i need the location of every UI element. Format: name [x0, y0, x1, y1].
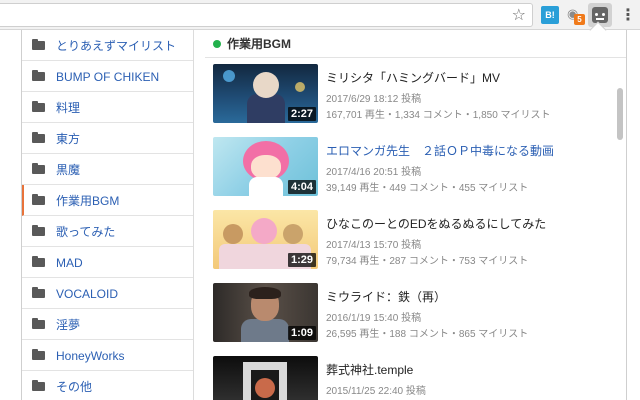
list-header: 作業用BGM: [205, 30, 626, 58]
sidebar-item-label: とりあえずマイリスト: [56, 39, 177, 53]
folder-icon: [32, 287, 45, 298]
sidebar-item-vocaloid[interactable]: VOCALOID: [22, 278, 193, 309]
video-item[interactable]: 1:09 ミウライド：鉄（再） 2016/1/19 15:40 投稿 26,59…: [213, 283, 593, 343]
bookmark-star-icon[interactable]: ☆: [512, 5, 526, 25]
video-thumbnail[interactable]: 2:27: [213, 64, 318, 123]
video-title[interactable]: ミウライド：鉄（再）: [326, 288, 446, 305]
sidebar-item-utattemita[interactable]: 歌ってみた: [22, 216, 193, 247]
sidebar-item-mad[interactable]: MAD: [22, 247, 193, 278]
online-status-icon: [213, 40, 221, 48]
list-title: 作業用BGM: [227, 37, 291, 51]
video-stats: 26,595 再生・188 コメント・865 マイリスト: [326, 329, 529, 340]
video-posted-date: 2017/4/13 15:70 投稿: [326, 240, 422, 251]
sidebar-item-inmu[interactable]: 淫夢: [22, 309, 193, 340]
browser-menu-icon[interactable]: ⋮: [620, 5, 636, 25]
mylist-sidebar: とりあえずマイリスト BUMP OF CHIKEN 料理 東方 黒魔 作業用BG…: [22, 30, 194, 400]
folder-icon: [32, 39, 45, 50]
sidebar-item-label: 作業用BGM: [56, 194, 120, 208]
video-title[interactable]: エロマンガ先生 ２話ＯＰ中毒になる動画: [326, 142, 554, 159]
video-thumbnail[interactable]: 4:04: [213, 137, 318, 196]
video-item[interactable]: 葬式神社.temple 2015/11/25 22:40 投稿: [213, 356, 593, 400]
folder-icon: [32, 225, 45, 236]
sidebar-item-label: BUMP OF CHIKEN: [56, 70, 160, 84]
folder-icon: [32, 70, 45, 81]
eye-extension-icon[interactable]: ◉ 5: [566, 6, 585, 25]
browser-toolbar: ☆ B! ◉ 5 ⋮: [0, 0, 640, 30]
folder-icon: [32, 163, 45, 174]
video-posted-date: 2016/1/19 15:40 投稿: [326, 313, 422, 324]
video-title[interactable]: ひなこのーとのEDをぬるぬるにしてみた: [326, 215, 546, 232]
video-posted-date: 2017/4/16 20:51 投稿: [326, 167, 422, 178]
video-duration: 2:27: [287, 107, 316, 121]
sidebar-item-honeyworks[interactable]: HoneyWorks: [22, 340, 193, 371]
video-item[interactable]: 1:29 ひなこのーとのEDをぬるぬるにしてみた 2017/4/13 15:70…: [213, 210, 593, 270]
video-stats: 39,149 再生・449 コメント・455 マイリスト: [326, 183, 529, 194]
sidebar-item-kuroma[interactable]: 黒魔: [22, 154, 193, 185]
video-thumbnail[interactable]: 1:29: [213, 210, 318, 269]
sidebar-item-sagyou-bgm[interactable]: 作業用BGM: [22, 185, 193, 216]
extension-badge: 5: [574, 14, 585, 25]
folder-icon: [32, 318, 45, 329]
sidebar-item-touhou[interactable]: 東方: [22, 123, 193, 154]
folder-icon: [32, 101, 45, 112]
sidebar-item-label: 淫夢: [56, 318, 81, 332]
video-duration: 4:04: [287, 180, 316, 194]
sidebar-item-label: MAD: [56, 256, 83, 270]
address-bar[interactable]: ☆: [0, 3, 533, 27]
sidebar-item-label: 東方: [56, 132, 81, 146]
video-posted-date: 2017/6/29 18:12 投稿: [326, 94, 422, 105]
folder-icon: [32, 349, 45, 360]
video-stats: 79,734 再生・287 コメント・753 マイリスト: [326, 256, 529, 267]
sidebar-item-label: 歌ってみた: [56, 225, 116, 239]
video-posted-date: 2015/11/25 22:40 投稿: [326, 386, 426, 397]
sidebar-item-toriaezu[interactable]: とりあえずマイリスト: [22, 30, 193, 61]
sidebar-item-label: VOCALOID: [56, 287, 119, 301]
video-thumbnail[interactable]: [213, 356, 318, 400]
sidebar-item-label: HoneyWorks: [56, 349, 125, 363]
sidebar-item-cooking[interactable]: 料理: [22, 92, 193, 123]
sidebar-item-label: 料理: [56, 101, 81, 115]
folder-icon: [32, 380, 45, 391]
sidebar-item-other[interactable]: その他: [22, 371, 193, 400]
hatena-bookmark-extension-icon[interactable]: B!: [541, 6, 559, 24]
video-title[interactable]: 葬式神社.temple: [326, 361, 413, 378]
video-item[interactable]: 4:04 エロマンガ先生 ２話ＯＰ中毒になる動画 2017/4/16 20:51…: [213, 137, 593, 197]
scrollbar[interactable]: [615, 58, 625, 400]
scrollbar-thumb[interactable]: [617, 88, 623, 140]
sidebar-item-label: その他: [56, 380, 93, 394]
niconico-icon: [592, 7, 608, 23]
folder-icon: [32, 256, 45, 267]
sidebar-item-label: 黒魔: [56, 163, 81, 177]
video-thumbnail[interactable]: 1:09: [213, 283, 318, 342]
video-duration: 1:29: [287, 253, 316, 267]
video-list-panel: 作業用BGM 2:27 ミリシタ「ハミングバード」MV 2017/6/29 18…: [205, 30, 626, 400]
sidebar-item-bump-of-chiken[interactable]: BUMP OF CHIKEN: [22, 61, 193, 92]
folder-icon: [32, 132, 45, 143]
video-title[interactable]: ミリシタ「ハミングバード」MV: [326, 69, 500, 86]
folder-icon: [32, 194, 45, 205]
video-stats: 167,701 再生・1,334 コメント・1,850 マイリスト: [326, 110, 551, 121]
video-item[interactable]: 2:27 ミリシタ「ハミングバード」MV 2017/6/29 18:12 投稿 …: [213, 64, 593, 124]
video-duration: 1:09: [287, 326, 316, 340]
mylist-popup: とりあえずマイリスト BUMP OF CHIKEN 料理 東方 黒魔 作業用BG…: [21, 30, 627, 400]
